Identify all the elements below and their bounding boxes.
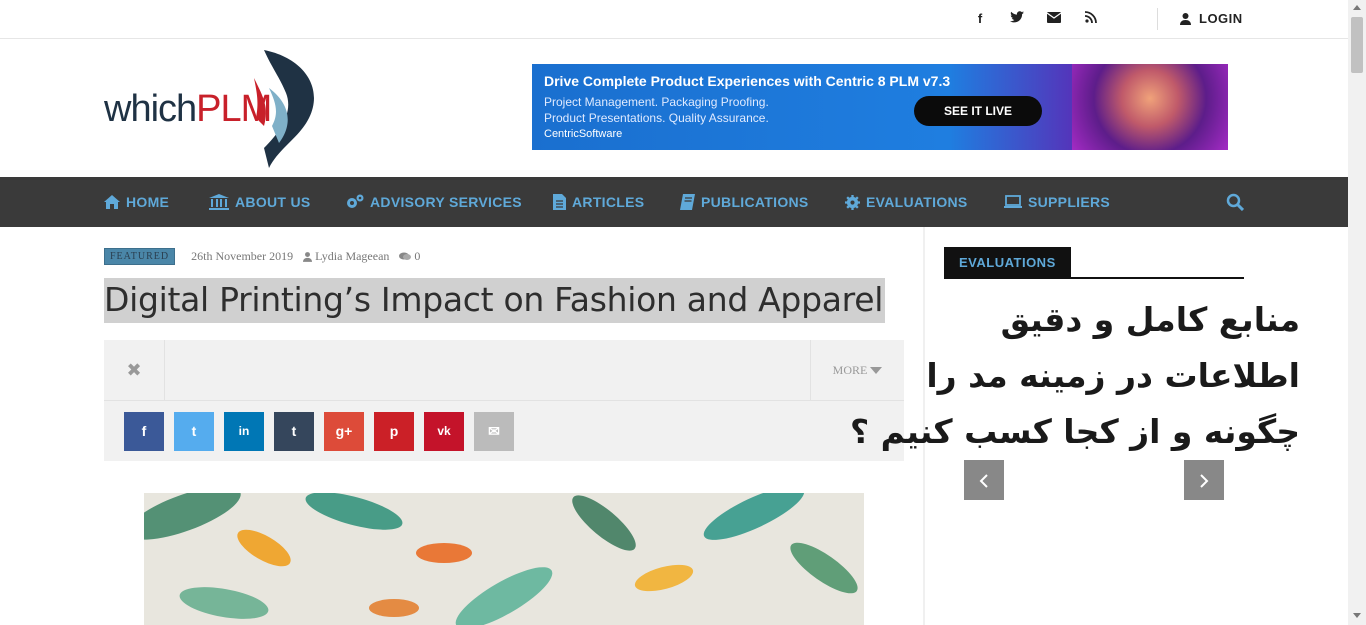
nav-evaluations[interactable]: EVALUATIONS — [845, 177, 968, 227]
carousel-prev-button[interactable] — [964, 460, 1004, 500]
email-icon[interactable] — [1046, 11, 1062, 27]
vk-share-button[interactable]: vk — [424, 412, 464, 451]
ad-cta-button[interactable]: SEE IT LIVE — [914, 96, 1042, 126]
article-date: 26th November 2019 — [191, 249, 294, 263]
email-share-button[interactable]: ✉ — [474, 412, 514, 451]
banner-ad[interactable]: Drive Complete Product Experiences with … — [532, 64, 1228, 150]
ad-subtext: Project Management. Packaging Proofing. … — [544, 95, 769, 125]
gears-icon — [347, 194, 364, 208]
nav-advisory-services[interactable]: ADVISORY SERVICES — [346, 177, 522, 227]
rss-icon[interactable] — [1083, 11, 1099, 27]
nav-articles[interactable]: ARTICLES — [553, 177, 644, 227]
comment-count[interactable]: 0 — [399, 249, 420, 264]
share-divider — [104, 400, 904, 401]
share-buttons: f t in t g+ p vk ✉ — [124, 412, 514, 451]
twitter-share-button[interactable]: t — [174, 412, 214, 451]
comments-icon — [399, 252, 412, 260]
carousel-next-button[interactable] — [1184, 460, 1224, 500]
overlay-text: منابع کامل و دقیق اطلاعات در زمینه مد را… — [849, 300, 1300, 451]
ad-brand: CentricSoftware — [544, 128, 623, 140]
site-logo[interactable]: whichPLM — [104, 48, 334, 170]
logo-text: whichPLM — [104, 88, 272, 130]
social-links: f — [972, 11, 1099, 27]
share-box: ✖ MORE f t in t g+ p vk ✉ — [104, 340, 904, 461]
floral-print-image — [144, 493, 864, 625]
user-icon — [303, 251, 313, 262]
book-icon — [680, 194, 695, 210]
nav-about-us[interactable]: ABOUT US — [209, 177, 311, 227]
chevron-right-icon — [1200, 474, 1209, 488]
nav-home[interactable]: HOME — [104, 177, 169, 227]
nav-publications[interactable]: PUBLICATIONS — [680, 177, 809, 227]
laptop-icon — [1004, 195, 1022, 208]
scroll-down-icon[interactable] — [1353, 613, 1361, 618]
sidebar-tab-evaluations[interactable]: EVALUATIONS — [944, 247, 1071, 278]
linkedin-share-button[interactable]: in — [224, 412, 264, 451]
close-icon[interactable]: ✖ — [104, 340, 165, 400]
user-icon — [1180, 12, 1191, 25]
home-icon — [104, 195, 120, 209]
page-scrollbar[interactable] — [1348, 0, 1366, 625]
login-link[interactable]: LOGIN — [1180, 11, 1243, 26]
ad-headline: Drive Complete Product Experiences with … — [544, 73, 951, 89]
gear-icon — [845, 194, 860, 210]
twitter-icon[interactable] — [1009, 11, 1025, 27]
topbar-divider — [1157, 8, 1158, 30]
googleplus-share-button[interactable]: g+ — [324, 412, 364, 451]
ad-image — [1072, 64, 1228, 150]
login-label: LOGIN — [1199, 11, 1243, 26]
nav-suppliers[interactable]: SUPPLIERS — [1004, 177, 1110, 227]
featured-badge[interactable]: FEATURED — [104, 248, 176, 265]
document-icon — [553, 194, 566, 210]
article-author[interactable]: Lydia Mageean — [303, 249, 389, 264]
pinterest-share-button[interactable]: p — [374, 412, 414, 451]
article-hero-image — [144, 493, 864, 625]
facebook-share-button[interactable]: f — [124, 412, 164, 451]
facebook-icon[interactable]: f — [972, 11, 988, 27]
main-nav: HOME ABOUT US ADVISORY SERVICES ARTICLES… — [0, 177, 1348, 227]
sidebar-tab-rule — [944, 277, 1244, 279]
search-icon[interactable] — [1226, 193, 1244, 211]
chevron-left-icon — [979, 474, 988, 488]
top-bar: f LOGIN — [0, 0, 1348, 39]
article-meta: FEATURED 26th November 2019 Lydia Mageea… — [104, 248, 420, 265]
scroll-up-icon[interactable] — [1353, 5, 1361, 10]
scrollbar-thumb[interactable] — [1351, 17, 1363, 73]
site-header: whichPLM Drive Complete Product Experien… — [0, 40, 1348, 177]
tumblr-share-button[interactable]: t — [274, 412, 314, 451]
bank-icon — [209, 194, 229, 210]
article-title: Digital Printing’s Impact on Fashion and… — [104, 278, 886, 323]
